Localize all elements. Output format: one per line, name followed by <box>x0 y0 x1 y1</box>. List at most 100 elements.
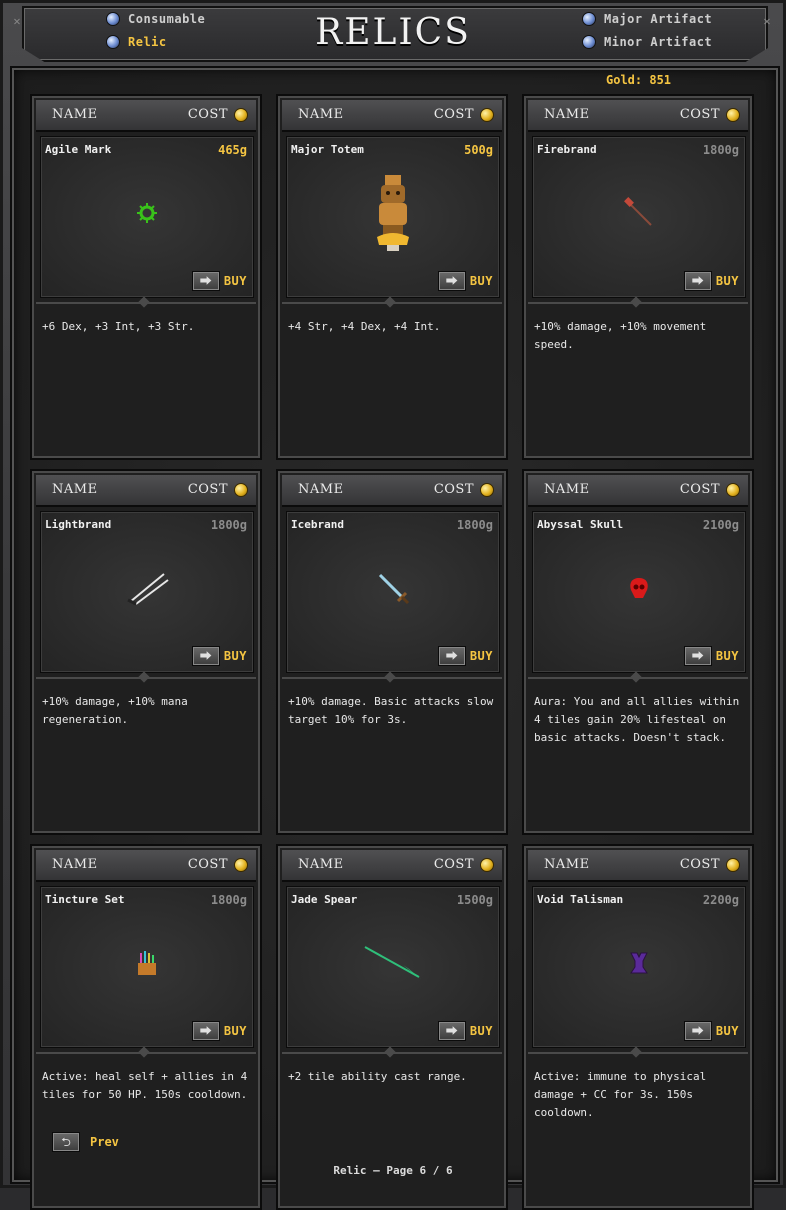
item-description: +4 Str, +4 Dex, +4 Int. <box>288 320 441 333</box>
buy-button[interactable]: ⮕ BUY <box>437 646 493 666</box>
item-name: Void Talisman <box>537 893 624 906</box>
card-header: NAME COST <box>282 475 502 507</box>
buy-label: BUY <box>469 1024 493 1038</box>
name-column-label: NAME <box>544 107 590 122</box>
item-description: +10% damage. Basic attacks slow target 1… <box>288 695 494 726</box>
card-header: NAME COST <box>36 475 256 507</box>
item-cost: 2200g <box>702 893 739 907</box>
buy-label: BUY <box>715 649 739 663</box>
item-card: NAME COST Lightbrand 1800g ⮕ BUY +10% da… <box>30 469 262 835</box>
buy-arrow-icon: ⮕ <box>191 1021 220 1041</box>
item-card: NAME COST Icebrand 1800g ⮕ BUY +10% dama… <box>276 469 508 835</box>
item-description: +6 Dex, +3 Int, +3 Str. <box>42 320 195 333</box>
twin-blades-icon <box>41 552 253 624</box>
fire-staff-icon <box>533 177 745 249</box>
pager-page-text: Page 6 / 6 <box>386 1164 453 1177</box>
buy-button[interactable]: ⮕ BUY <box>683 646 739 666</box>
buy-label: BUY <box>469 649 493 663</box>
card-header: NAME COST <box>282 850 502 882</box>
gold-coin-icon <box>480 858 494 872</box>
prev-button[interactable]: ⮌ Prev <box>52 1132 119 1152</box>
gold-coin-icon <box>726 858 740 872</box>
item-cost: 1800g <box>210 893 247 907</box>
item-card: NAME COST Void Talisman 2200g ⮕ BUY Acti… <box>522 844 754 1210</box>
buy-button[interactable]: ⮕ BUY <box>683 1021 739 1041</box>
buy-label: BUY <box>469 274 493 288</box>
item-cost: 1500g <box>456 893 493 907</box>
card-header: NAME COST <box>36 100 256 132</box>
card-header: NAME COST <box>282 100 502 132</box>
tincture-icon <box>41 927 253 999</box>
buy-arrow-icon: ⮕ <box>683 1021 712 1041</box>
name-column-label: NAME <box>298 107 344 122</box>
name-column-label: NAME <box>52 482 98 497</box>
ice-sword-icon <box>287 552 499 624</box>
skull-icon <box>533 552 745 624</box>
divider <box>528 302 748 304</box>
pager-category: Relic <box>333 1164 367 1177</box>
item-card: NAME COST Agile Mark 465g ⮕ BUY +6 Dex, … <box>30 94 262 460</box>
buy-button[interactable]: ⮕ BUY <box>191 646 247 666</box>
pager-divider: — <box>373 1164 387 1177</box>
item-display: Agile Mark 465g ⮕ BUY <box>40 136 254 298</box>
card-header: NAME COST <box>528 850 748 882</box>
gear-gem-icon <box>41 177 253 249</box>
talisman-icon <box>533 927 745 999</box>
item-display: Icebrand 1800g ⮕ BUY <box>286 511 500 673</box>
item-name: Agile Mark <box>45 143 112 156</box>
item-description: Aura: You and all allies within 4 tiles … <box>534 695 740 744</box>
cost-column-label: COST <box>187 107 228 122</box>
gold-coin-icon <box>234 858 248 872</box>
divider <box>528 677 748 679</box>
item-description: Active: heal self + allies in 4 tiles fo… <box>42 1070 248 1101</box>
gold-coin-icon <box>726 108 740 122</box>
buy-label: BUY <box>223 1024 247 1038</box>
cost-column-label: COST <box>433 857 474 872</box>
item-cost: 2100g <box>702 518 739 532</box>
gold-coin-icon <box>726 483 740 497</box>
item-description: +10% damage, +10% mana regeneration. <box>42 695 188 726</box>
item-name: Abyssal Skull <box>537 518 624 531</box>
divider <box>528 1052 748 1054</box>
buy-button[interactable]: ⮕ BUY <box>191 271 247 291</box>
gold-counter: Gold: 851 <box>606 73 672 87</box>
divider <box>282 1052 502 1054</box>
buy-arrow-icon: ⮕ <box>191 646 220 666</box>
item-name: Tincture Set <box>45 893 125 906</box>
item-display: Major Totem 500g ⮕ BUY <box>286 136 500 298</box>
name-column-label: NAME <box>52 857 98 872</box>
buy-arrow-icon: ⮕ <box>437 271 466 291</box>
buy-button[interactable]: ⮕ BUY <box>437 271 493 291</box>
item-card: NAME COST Abyssal Skull 2100g ⮕ BUY Aura… <box>522 469 754 835</box>
item-display: Lightbrand 1800g ⮕ BUY <box>40 511 254 673</box>
cost-column-label: COST <box>187 857 228 872</box>
prev-label: Prev <box>90 1135 119 1149</box>
name-column-label: NAME <box>298 482 344 497</box>
buy-label: BUY <box>223 649 247 663</box>
buy-arrow-icon: ⮕ <box>437 1021 466 1041</box>
item-display: Jade Spear 1500g ⮕ BUY <box>286 886 500 1048</box>
item-cost: 1800g <box>210 518 247 532</box>
gold-coin-icon <box>480 483 494 497</box>
card-header: NAME COST <box>528 475 748 507</box>
buy-button[interactable]: ⮕ BUY <box>683 271 739 291</box>
cost-column-label: COST <box>679 107 720 122</box>
name-column-label: NAME <box>544 482 590 497</box>
item-card: NAME COST Tincture Set 1800g ⮕ BUY Activ… <box>30 844 262 1210</box>
item-display: Void Talisman 2200g ⮕ BUY <box>532 886 746 1048</box>
divider <box>36 302 256 304</box>
buy-button[interactable]: ⮕ BUY <box>191 1021 247 1041</box>
item-card: NAME COST Firebrand 1800g ⮕ BUY +10% dam… <box>522 94 754 460</box>
card-header: NAME COST <box>528 100 748 132</box>
item-name: Icebrand <box>291 518 344 531</box>
buy-button[interactable]: ⮕ BUY <box>437 1021 493 1041</box>
cost-column-label: COST <box>433 107 474 122</box>
divider <box>282 302 502 304</box>
cost-column-label: COST <box>187 482 228 497</box>
item-display: Firebrand 1800g ⮕ BUY <box>532 136 746 298</box>
item-card: NAME COST Jade Spear 1500g ⮕ BUY +2 tile… <box>276 844 508 1210</box>
divider <box>36 1052 256 1054</box>
divider <box>36 677 256 679</box>
item-name: Major Totem <box>291 143 364 156</box>
gold-coin-icon <box>480 108 494 122</box>
